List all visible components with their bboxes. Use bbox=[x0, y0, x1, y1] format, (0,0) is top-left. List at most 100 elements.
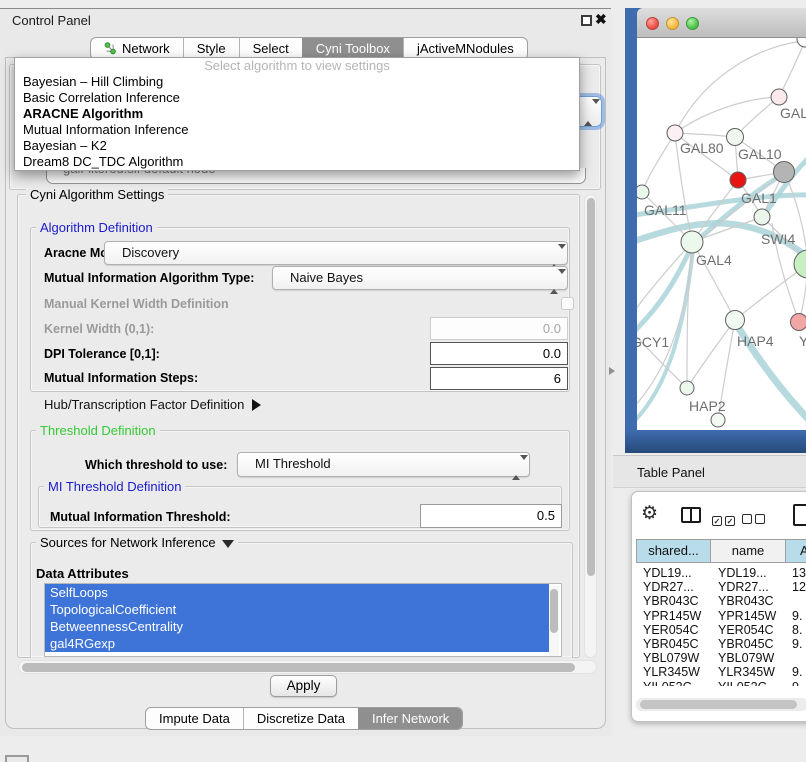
algorithm-option[interactable]: Dream8 DC_TDC Algorithm bbox=[15, 154, 579, 170]
aracne-mode-value: Discovery bbox=[122, 245, 179, 260]
table-horizontal-scrollbar[interactable] bbox=[636, 698, 806, 711]
algorithm-option[interactable]: Basic Correlation Inference bbox=[15, 90, 579, 106]
document-icon[interactable] bbox=[793, 504, 806, 526]
network-node[interactable] bbox=[771, 89, 787, 105]
network-node-label: GAL4 bbox=[696, 252, 732, 268]
network-window-titlebar[interactable] bbox=[637, 8, 806, 38]
mi-threshold-label: Mutual Information Threshold: bbox=[50, 510, 231, 524]
sources-legend-text: Sources for Network Inference bbox=[40, 535, 216, 550]
network-node[interactable] bbox=[726, 311, 745, 330]
cell-value: 13 bbox=[792, 566, 806, 580]
threshold-definition-legend: Threshold Definition bbox=[36, 423, 160, 438]
sources-legend[interactable]: Sources for Network Inference bbox=[36, 535, 238, 550]
network-node-label: Y bbox=[799, 333, 806, 349]
cell-name: YBR043C bbox=[718, 594, 774, 608]
data-attribute-item[interactable]: SelfLoops bbox=[45, 584, 549, 601]
mi-algorithm-type-combo[interactable]: Naive Bayes bbox=[272, 266, 568, 290]
close-icon[interactable]: ✖ bbox=[595, 11, 607, 28]
select-all-checkboxes-icon[interactable]: ✓✓ bbox=[712, 511, 738, 529]
cell-value: 8. bbox=[792, 623, 802, 637]
data-attribute-item[interactable]: gal4RGexp bbox=[45, 635, 549, 652]
network-canvas[interactable]: GALGAL80GAL10GAL1GAL11SWI4GAL4GCY1HAP4YH… bbox=[637, 38, 806, 430]
network-node-label: GAL11 bbox=[644, 202, 687, 218]
manual-kernel-checkbox[interactable] bbox=[561, 297, 574, 310]
dpi-tolerance-label: DPI Tolerance [0,1]: bbox=[44, 347, 160, 361]
table-column-header[interactable]: shared... bbox=[636, 539, 711, 563]
table-column-header[interactable]: name bbox=[711, 539, 786, 563]
cell-shared-name: YBR045C bbox=[643, 637, 699, 651]
table-row[interactable]: YBL079WYBL079W bbox=[636, 651, 806, 665]
tab-infer-network[interactable]: Infer Network bbox=[358, 708, 462, 729]
kernel-width-field[interactable]: 0.0 bbox=[430, 317, 568, 340]
mi-steps-field[interactable]: 6 bbox=[430, 367, 568, 390]
network-node-label: SWI4 bbox=[761, 231, 795, 247]
which-threshold-value: MI Threshold bbox=[255, 456, 331, 471]
data-attribute-item[interactable]: BetweennessCentrality bbox=[45, 618, 549, 635]
aracne-mode-combo[interactable]: Discovery bbox=[104, 241, 568, 265]
network-node[interactable] bbox=[637, 185, 649, 199]
which-threshold-combo[interactable]: MI Threshold bbox=[237, 452, 530, 477]
kernel-width-label: Kernel Width (0,1): bbox=[44, 322, 154, 336]
column-selector-icon[interactable] bbox=[681, 507, 701, 523]
float-window-icon[interactable] bbox=[581, 15, 592, 26]
cell-name: YDR27... bbox=[718, 580, 769, 594]
cell-name: YLR345W bbox=[718, 665, 775, 679]
minimized-panel-button[interactable] bbox=[5, 755, 29, 762]
settings-vertical-scrollbar[interactable] bbox=[584, 194, 597, 658]
tab-style[interactable]: Style bbox=[183, 38, 239, 59]
algorithm-popup-prompt: Select algorithm to view settings bbox=[15, 58, 579, 74]
settings-horizontal-scrollbar[interactable] bbox=[18, 660, 597, 674]
network-node[interactable] bbox=[667, 125, 683, 141]
network-node[interactable] bbox=[754, 209, 770, 225]
table-row[interactable]: YDR27...YDR27...12 bbox=[636, 580, 806, 594]
hub-definition-toggle[interactable]: Hub/Transcription Factor Definition bbox=[44, 397, 261, 412]
algorithm-option[interactable]: Mutual Information Inference bbox=[15, 122, 579, 138]
close-traffic-icon[interactable] bbox=[646, 17, 659, 30]
network-node[interactable] bbox=[730, 172, 746, 188]
tab-jactivemnodules[interactable]: jActiveMNodules bbox=[403, 38, 527, 59]
expanded-arrow-icon bbox=[222, 540, 234, 548]
zoom-traffic-icon[interactable] bbox=[686, 17, 699, 30]
table-row[interactable]: YIL052CYIL052C9 bbox=[636, 680, 806, 686]
algorithm-option[interactable]: Bayesian – Hill Climbing bbox=[15, 74, 579, 90]
tab-impute-data[interactable]: Impute Data bbox=[146, 708, 243, 729]
tab-discretize-data[interactable]: Discretize Data bbox=[243, 708, 358, 729]
network-node[interactable] bbox=[711, 413, 725, 427]
apply-button[interactable]: Apply bbox=[270, 675, 337, 697]
table-row[interactable]: YBR043CYBR043C bbox=[636, 594, 806, 608]
table-column-header[interactable]: A bbox=[786, 539, 806, 563]
network-node-label: HAP4 bbox=[737, 333, 774, 349]
control-panel-title: Control Panel bbox=[12, 13, 91, 28]
tab-cyni-toolbox[interactable]: Cyni Toolbox bbox=[302, 38, 403, 59]
tab-network[interactable]: Network bbox=[91, 38, 183, 59]
algorithm-option[interactable]: ARACNE Algorithm bbox=[15, 106, 579, 122]
mi-threshold-field[interactable]: 0.5 bbox=[420, 504, 562, 528]
network-node[interactable] bbox=[680, 381, 694, 395]
algorithm-option[interactable]: Bayesian – K2 bbox=[15, 138, 579, 154]
tab-select[interactable]: Select bbox=[239, 38, 302, 59]
network-edge bbox=[687, 320, 735, 388]
table-row[interactable]: YDL19...YDL19...13 bbox=[636, 566, 806, 580]
data-attribute-item[interactable]: TopologicalCoefficient bbox=[45, 601, 549, 618]
gear-icon[interactable]: ⚙ bbox=[641, 502, 658, 525]
splitter-collapse-icon[interactable] bbox=[609, 367, 615, 375]
dpi-tolerance-field[interactable]: 0.0 bbox=[430, 342, 568, 365]
cell-shared-name: YIL052C bbox=[643, 680, 692, 686]
cell-name: YDL19... bbox=[718, 566, 767, 580]
network-node-label: GAL80 bbox=[680, 140, 724, 156]
table-row[interactable]: YPR145WYPR145W9. bbox=[636, 609, 806, 623]
deselect-all-checkboxes-icon[interactable] bbox=[742, 511, 768, 529]
which-threshold-label: Which threshold to use: bbox=[85, 458, 227, 472]
network-node[interactable] bbox=[727, 129, 744, 146]
table-row[interactable]: YER054CYER054C8. bbox=[636, 623, 806, 637]
table-row[interactable]: YBR045CYBR045C9. bbox=[636, 637, 806, 651]
network-node[interactable] bbox=[794, 250, 806, 278]
table-row[interactable]: YLR345WYLR345W9. bbox=[636, 665, 806, 679]
network-node[interactable] bbox=[774, 162, 795, 183]
network-node[interactable] bbox=[797, 38, 806, 47]
network-node[interactable] bbox=[681, 231, 703, 253]
minimize-traffic-icon[interactable] bbox=[666, 17, 679, 30]
network-node[interactable] bbox=[791, 314, 806, 331]
table-header-row: shared...nameA bbox=[636, 539, 806, 563]
list-vertical-scrollbar[interactable] bbox=[549, 586, 559, 656]
